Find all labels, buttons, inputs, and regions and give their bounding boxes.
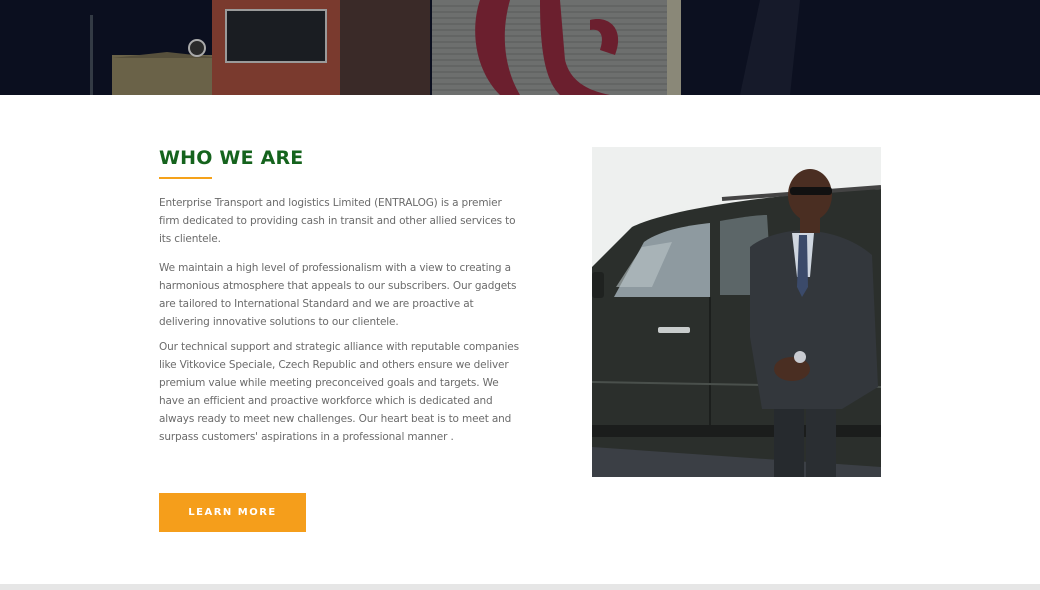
section-heading: WHO WE ARE bbox=[159, 147, 304, 169]
section-divider bbox=[0, 584, 1040, 590]
hero-banner-image bbox=[0, 0, 1040, 95]
security-officer-photo bbox=[592, 147, 881, 477]
heading-underline bbox=[159, 177, 212, 179]
about-paragraph-2: We maintain a high level of professional… bbox=[159, 262, 517, 328]
about-paragraph-3: Our technical support and strategic alli… bbox=[159, 341, 519, 443]
about-section bbox=[0, 95, 1040, 585]
about-paragraph-1: Enterprise Transport and logistics Limit… bbox=[159, 197, 516, 245]
learn-more-button[interactable]: LEARN MORE bbox=[159, 493, 306, 532]
